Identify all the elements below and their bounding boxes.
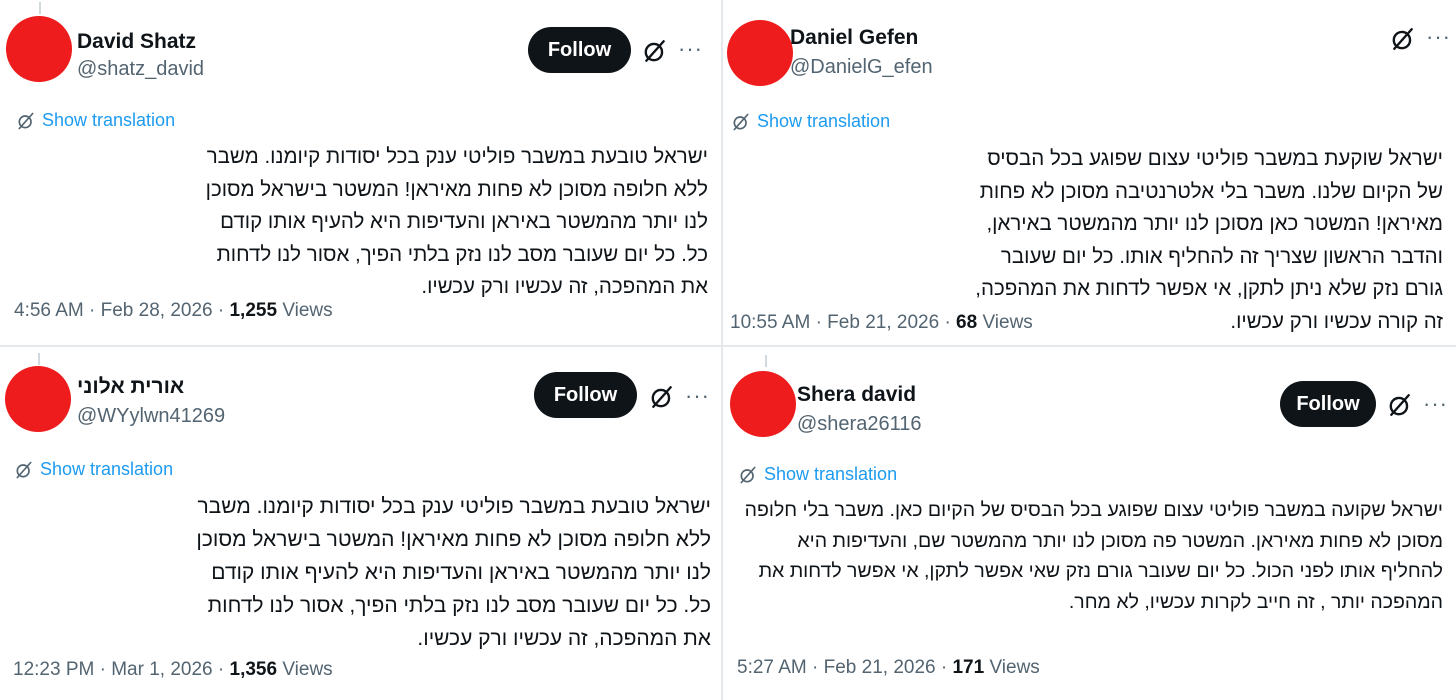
grok-icon[interactable]: [649, 384, 675, 410]
avatar[interactable]: [5, 366, 71, 432]
more-options-icon[interactable]: ···: [685, 385, 710, 407]
post-date[interactable]: Feb 21, 2026: [824, 657, 936, 678]
avatar[interactable]: [730, 371, 796, 437]
show-translation-label: Show translation: [42, 110, 176, 130]
post-time[interactable]: 5:27 AM: [737, 657, 807, 678]
author-handle[interactable]: @DanielG_efen: [790, 56, 933, 79]
grok-icon[interactable]: [1390, 26, 1416, 52]
views-count: 68: [956, 312, 978, 333]
post-body: ישראל טובעת במשבר פוליטי ענק בכל יסודות …: [205, 145, 708, 298]
thread-line: [765, 355, 767, 367]
more-options-icon[interactable]: ···: [1423, 393, 1448, 415]
grok-icon[interactable]: [1387, 392, 1413, 418]
author-name[interactable]: אורית אלוני: [77, 375, 184, 399]
author-name[interactable]: Daniel Gefen: [790, 26, 918, 50]
meta-separator: ·: [89, 300, 96, 321]
translate-icon: [740, 466, 756, 483]
meta-separator: ·: [217, 659, 225, 680]
post-card-aloni: אורית אלוני @WYylwn41269 Follow ··· Show…: [0, 347, 721, 700]
post-date[interactable]: Feb 28, 2026: [101, 300, 213, 321]
post-card-shatz: David Shatz @shatz_david Follow ··· Show…: [0, 0, 721, 345]
avatar[interactable]: [6, 16, 72, 82]
show-translation-link[interactable]: Show translation: [16, 110, 175, 131]
post-meta: 5:27 AM · Feb 21, 2026 · 171 Views: [737, 657, 1040, 679]
views-label: Views: [282, 659, 333, 680]
views-label: Views: [282, 300, 333, 321]
author-name[interactable]: Shera david: [797, 383, 916, 407]
follow-button[interactable]: Follow: [1280, 381, 1376, 427]
translate-icon: [18, 112, 34, 129]
author-handle[interactable]: @shatz_david: [77, 58, 204, 81]
author-handle[interactable]: @WYylwn41269: [77, 405, 225, 428]
translate-icon: [16, 461, 32, 478]
views-count: 1,356: [229, 659, 278, 680]
thread-line: [38, 353, 40, 365]
more-options-icon[interactable]: ···: [678, 38, 703, 60]
show-translation-label: Show translation: [757, 111, 891, 131]
post-card-shera: Shera david @shera26116 Follow ··· Show …: [723, 347, 1456, 700]
author-handle[interactable]: @shera26116: [797, 413, 921, 436]
show-translation-label: Show translation: [40, 459, 174, 479]
follow-button[interactable]: Follow: [534, 372, 637, 418]
avatar[interactable]: [727, 20, 793, 86]
views-label: Views: [982, 312, 1033, 333]
post-body: ישראל טובעת במשבר פוליטי ענק בכל יסודות …: [196, 495, 711, 650]
translate-icon: [733, 113, 749, 130]
post-meta: 10:55 AM · Feb 21, 2026 · 68 Views: [730, 312, 1033, 334]
meta-separator: ·: [812, 657, 819, 678]
meta-separator: ·: [944, 312, 951, 333]
post-time[interactable]: 10:55 AM: [730, 312, 810, 333]
meta-separator: ·: [99, 659, 106, 680]
post-meta: 12:23 PM · Mar 1, 2026 · 1,356 Views: [13, 659, 333, 681]
post-date[interactable]: Feb 21, 2026: [827, 312, 939, 333]
post-date[interactable]: Mar 1, 2026: [111, 659, 212, 680]
views-count: 171: [952, 657, 985, 678]
meta-separator: ·: [217, 300, 225, 321]
meta-separator: ·: [815, 312, 822, 333]
more-options-icon[interactable]: ···: [1426, 26, 1451, 48]
grok-icon[interactable]: [642, 38, 668, 64]
views-count: 1,255: [229, 300, 278, 321]
show-translation-link[interactable]: Show translation: [738, 464, 897, 485]
show-translation-link[interactable]: Show translation: [731, 111, 890, 132]
post-meta: 4:56 AM · Feb 28, 2026 · 1,255 Views: [14, 300, 333, 322]
follow-button[interactable]: Follow: [528, 27, 631, 73]
post-time[interactable]: 12:23 PM: [13, 659, 94, 680]
show-translation-link[interactable]: Show translation: [14, 459, 173, 480]
post-card-gefen: Daniel Gefen @DanielG_efen ··· Show tran…: [723, 0, 1456, 345]
thread-line: [39, 2, 41, 14]
views-label: Views: [989, 657, 1040, 678]
post-time[interactable]: 4:56 AM: [14, 300, 84, 321]
show-translation-label: Show translation: [764, 464, 898, 484]
author-name[interactable]: David Shatz: [77, 30, 196, 54]
post-body: ישראל שוקעת במשבר פוליטי עצום שפוגע בכל …: [975, 147, 1443, 333]
post-body: ישראל שקועה במשבר פוליטי עצום שפוגע בכל …: [744, 499, 1443, 613]
meta-separator: ·: [940, 657, 948, 678]
